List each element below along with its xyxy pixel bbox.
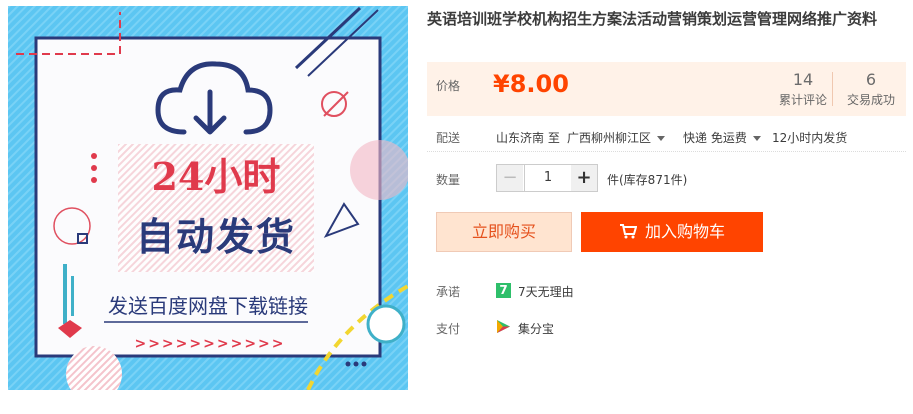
reviews-metric[interactable]: 14 累计评论 [773,70,833,108]
quantity-input[interactable]: 1 [524,165,572,191]
image-line2: 自动发货 [135,215,296,259]
promise-text[interactable]: 7天无理由 [518,283,574,300]
shipping-time: 12小时内发货 [772,131,848,145]
buy-now-button[interactable]: 立即购买 [436,212,572,252]
cart-icon [619,224,638,239]
shipping-label: 配送 [436,131,461,145]
price-panel: 价格 ¥8.00 14 累计评论 6 交易成功 [427,62,906,116]
stock-text: 件(库存871件) [607,173,688,187]
shipping-method-select[interactable]: 快递 免运费 [683,129,761,146]
quantity-plus-button[interactable]: + [571,165,597,191]
add-to-cart-label: 加入购物车 [644,222,725,241]
reviews-count: 14 [792,70,814,89]
promise-label: 承诺 [436,285,461,299]
image-line1: 24小时 [151,154,281,199]
jifenbao-icon [497,320,510,333]
payment-label: 支付 [436,322,461,336]
reviews-label: 累计评论 [778,93,827,107]
chevron-down-icon [657,136,666,141]
sales-metric: 6 交易成功 [841,70,901,108]
shipping-method: 快递 免运费 [683,131,747,145]
payment-text[interactable]: 集分宝 [518,320,554,337]
product-image[interactable]: 24小时 自动发货 发送百度网盘下载链接 >>>>>>>>>>> [8,6,408,390]
divider [427,151,906,152]
image-line3: 发送百度网盘下载链接 [108,294,308,318]
product-title: 英语培训班学校机构招生方案法活动营销策划运营管理网络推广资料 [427,10,878,28]
add-to-cart-button[interactable]: 加入购物车 [581,212,763,252]
sales-label: 交易成功 [846,93,895,107]
sales-count: 6 [865,70,877,89]
shipping-to: 广西柳州柳江区 [567,131,652,145]
price-label: 价格 [436,79,461,93]
shipping-from: 山东济南 至 [496,131,560,145]
chevron-down-icon [752,136,761,141]
seven-day-return-icon: 7 [496,283,511,298]
image-arrows: >>>>>>>>>>> [134,336,286,352]
shipping-to-select[interactable]: 广西柳州柳江区 [567,129,666,146]
quantity-stepper: − 1 + [496,164,598,192]
quantity-minus-button[interactable]: − [497,165,523,191]
quantity-label: 数量 [436,173,461,187]
price-value: ¥8.00 [493,70,569,98]
